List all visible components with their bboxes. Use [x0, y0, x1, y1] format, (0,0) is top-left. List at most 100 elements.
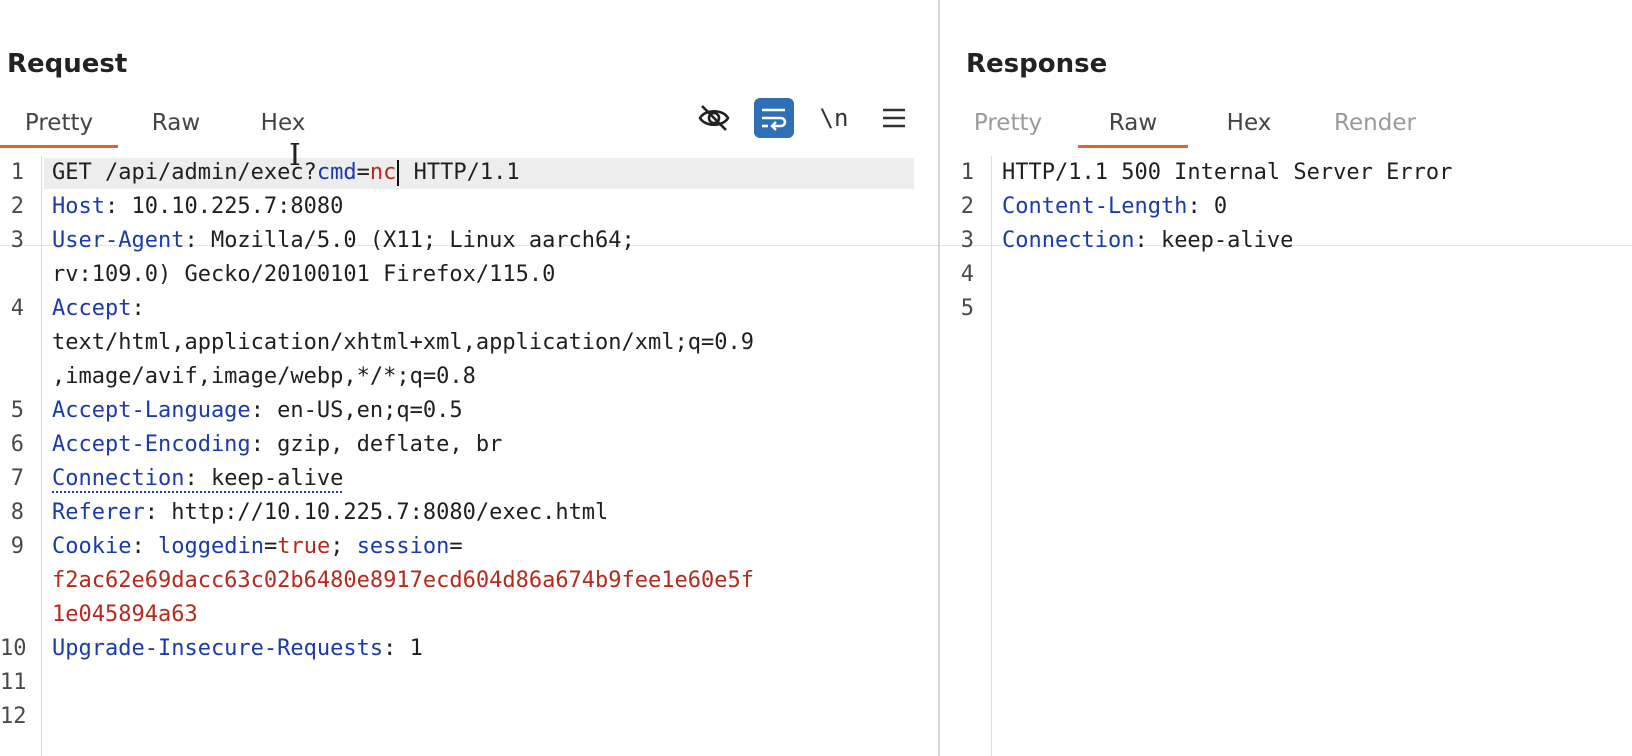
query-param-name: cmd	[316, 160, 357, 185]
request-line: 8 Referer: http://10.10.225.7:8080/exec.…	[0, 496, 938, 530]
http-method: GET	[52, 160, 105, 185]
line-number: 4	[10, 296, 24, 321]
request-panel: Request Pretty Raw Hex \n 1 GET /api/adm…	[0, 0, 938, 756]
line-number: 6	[10, 432, 24, 457]
cookie-value: 1e045894a63	[52, 602, 198, 627]
request-line: 6 Accept-Encoding: gzip, deflate, br	[0, 428, 938, 462]
cookie-value: f2ac62e69dacc63c02b6480e8917ecd604d86a67…	[52, 568, 754, 593]
request-line-wrap: text/html,application/xhtml+xml,applicat…	[0, 326, 938, 360]
http-protocol: HTTP/1.1	[400, 160, 520, 185]
cookie-name: loggedin	[157, 534, 264, 559]
header-value-continued: text/html,application/xhtml+xml,applicat…	[52, 330, 754, 355]
word-wrap-icon[interactable]	[754, 98, 794, 138]
request-line-wrap: ,image/avif,image/webp,*/*;q=0.8	[0, 360, 938, 394]
cookie-eq: =	[263, 534, 278, 559]
cookie-name: session	[356, 534, 450, 559]
response-editor[interactable]: 1 HTTP/1.1 500 Internal Server Error 2 C…	[940, 156, 1632, 756]
header-name: Accept-Language	[52, 398, 251, 423]
header-name: Host	[52, 194, 105, 219]
header-name: Connection	[52, 466, 185, 491]
line-number: 12	[0, 704, 27, 729]
request-line-wrap: 1e045894a63	[0, 598, 938, 632]
request-line: 5 Accept-Language: en-US,en;q=0.5	[0, 394, 938, 428]
line-number: 4	[960, 262, 974, 287]
line-number: 8	[10, 500, 24, 525]
line-number: 3	[960, 228, 974, 253]
request-line: 11	[0, 666, 938, 700]
tab-request-raw[interactable]: Raw	[138, 98, 214, 148]
line-number: 1	[960, 160, 974, 185]
request-editor[interactable]: 1 GET /api/admin/exec?cmd=nc HTTP/1.1 2 …	[0, 156, 938, 756]
tab-response-hex[interactable]: Hex	[1215, 98, 1283, 148]
response-line: 1 HTTP/1.1 500 Internal Server Error	[940, 156, 1632, 190]
header-name: User-Agent	[52, 228, 185, 253]
line-number: 1	[10, 160, 24, 185]
header-name: Content-Length	[1002, 194, 1188, 219]
header-value: : en-US,en;q=0.5	[250, 398, 463, 423]
newline-toggle-icon[interactable]: \n	[814, 98, 854, 138]
request-tabs: Pretty Raw Hex	[0, 98, 938, 246]
header-value: : keep-alive	[1134, 228, 1294, 253]
header-value: : gzip, deflate, br	[250, 432, 503, 457]
line-number: 11	[0, 670, 27, 695]
query-eq: =	[356, 160, 370, 185]
line-number: 2	[10, 194, 24, 219]
request-line: 4 Accept:	[0, 292, 938, 326]
tab-request-hex[interactable]: Hex	[251, 98, 315, 148]
header-value: :	[131, 296, 145, 321]
response-line: 4	[940, 258, 1632, 292]
request-line-text: GET /api/admin/exec?cmd=nc HTTP/1.1	[52, 156, 520, 190]
status-line: HTTP/1.1 500 Internal Server Error	[1002, 160, 1453, 185]
request-line: 10 Upgrade-Insecure-Requests: 1	[0, 632, 938, 666]
request-line: 7 Connection: keep-alive	[0, 462, 938, 496]
query-param-value: nc	[369, 160, 397, 185]
header-name: Referer	[52, 500, 145, 525]
line-number: 10	[0, 636, 27, 661]
header-name: Accept	[52, 296, 132, 321]
request-line: 9 Cookie: loggedin=true; session=	[0, 530, 938, 564]
response-panel: Response Pretty Raw Hex Render 1 HTTP/1.…	[940, 0, 1632, 756]
cookie-eq: =	[449, 534, 463, 559]
menu-icon[interactable]	[874, 98, 914, 138]
cookie-sep: ;	[330, 534, 357, 559]
request-line: 2 Host: 10.10.225.7:8080	[0, 190, 938, 224]
response-title: Response	[966, 49, 1108, 79]
tab-response-pretty[interactable]: Pretty	[966, 98, 1050, 148]
header-name: Accept-Encoding	[52, 432, 251, 457]
line-number: 5	[10, 398, 24, 423]
response-tabs: Pretty Raw Hex Render	[940, 98, 1632, 246]
tab-request-pretty[interactable]: Pretty	[0, 98, 118, 148]
cookie-value: true	[277, 534, 331, 559]
request-line: 1 GET /api/admin/exec?cmd=nc HTTP/1.1	[0, 156, 938, 190]
header-value-continued: rv:109.0) Gecko/20100101 Firefox/115.0	[52, 262, 556, 287]
request-line-wrap: f2ac62e69dacc63c02b6480e8917ecd604d86a67…	[0, 564, 938, 598]
header-value-continued: ,image/avif,image/webp,*/*;q=0.8	[52, 364, 476, 389]
response-line: 5	[940, 292, 1632, 326]
line-number: 5	[960, 296, 974, 321]
request-title: Request	[7, 49, 128, 79]
header-name: Cookie	[52, 534, 132, 559]
line-number: 2	[960, 194, 974, 219]
header-sep: :	[131, 534, 158, 559]
header-value: : keep-alive	[184, 466, 344, 491]
response-line: 2 Content-Length: 0	[940, 190, 1632, 224]
request-path: /api/admin/exec?	[104, 160, 317, 185]
text-cursor-icon: I	[289, 138, 301, 173]
header-value: : 10.10.225.7:8080	[104, 194, 344, 219]
tab-response-render[interactable]: Render	[1320, 98, 1430, 148]
header-name: Upgrade-Insecure-Requests	[52, 636, 384, 661]
header-value: : Mozilla/5.0 (X11; Linux aarch64;	[184, 228, 635, 253]
header-value: : http://10.10.225.7:8080/exec.html	[144, 500, 609, 525]
tab-response-raw[interactable]: Raw	[1078, 98, 1188, 148]
response-line: 3 Connection: keep-alive	[940, 224, 1632, 258]
line-number: 9	[10, 534, 24, 559]
hide-nonprinting-icon[interactable]	[694, 98, 734, 138]
request-line: 3 User-Agent: Mozilla/5.0 (X11; Linux aa…	[0, 224, 938, 258]
header-name: Connection	[1002, 228, 1135, 253]
header-value: : 0	[1187, 194, 1228, 219]
request-line: 12	[0, 700, 938, 734]
header-value: : 1	[383, 636, 423, 661]
request-line-wrap: rv:109.0) Gecko/20100101 Firefox/115.0	[0, 258, 938, 292]
line-number: 7	[10, 466, 24, 491]
newline-toggle-label: \n	[819, 104, 849, 132]
